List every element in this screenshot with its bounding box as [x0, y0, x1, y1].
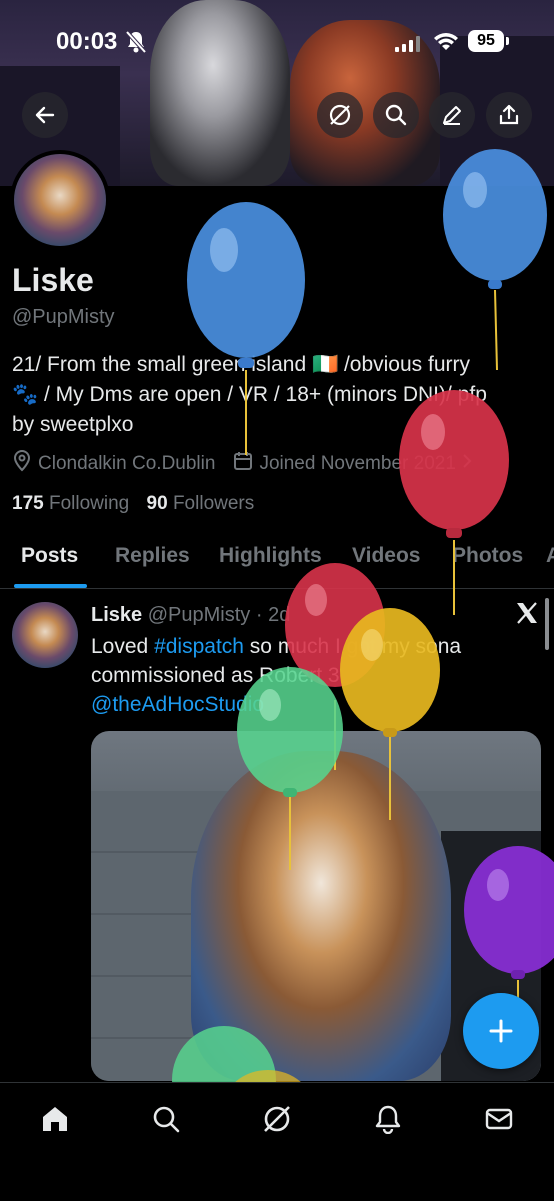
bottom-nav [0, 1082, 554, 1201]
balloon-icon [237, 667, 343, 870]
balloon-icon [340, 608, 440, 820]
balloon-icon [443, 149, 547, 371]
nav-home[interactable] [35, 1099, 75, 1139]
compose-button[interactable] [463, 993, 539, 1069]
search-icon [153, 1106, 180, 1133]
balloon-icon [399, 390, 509, 615]
balloon-icon [464, 846, 554, 1010]
nav-grok[interactable] [257, 1099, 297, 1139]
grok-icon [264, 1106, 290, 1132]
nav-messages[interactable] [479, 1099, 519, 1139]
plus-icon [489, 1019, 513, 1043]
notifications-icon [375, 1105, 401, 1134]
messages-icon [485, 1108, 513, 1130]
nav-notifications[interactable] [368, 1099, 408, 1139]
balloon-icon [187, 202, 305, 455]
home-icon [43, 1107, 67, 1131]
nav-search[interactable] [146, 1099, 186, 1139]
